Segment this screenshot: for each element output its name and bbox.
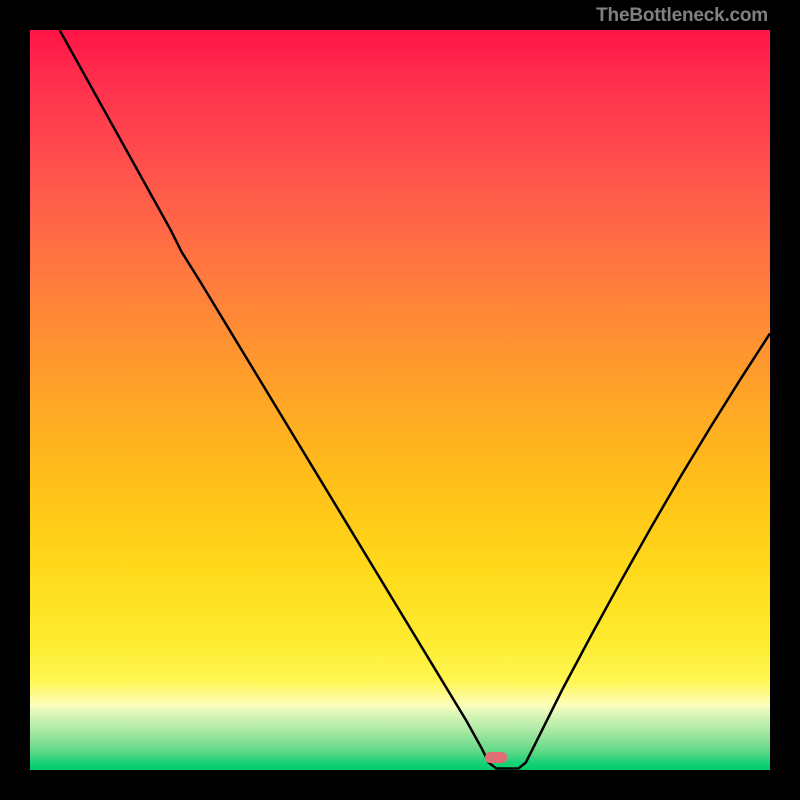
chart-frame: TheBottleneck.com xyxy=(0,0,800,800)
curve-svg xyxy=(30,30,770,770)
optimal-marker xyxy=(485,752,507,763)
plot-area xyxy=(30,30,770,770)
bottleneck-curve xyxy=(60,30,770,769)
watermark-label: TheBottleneck.com xyxy=(596,5,768,27)
